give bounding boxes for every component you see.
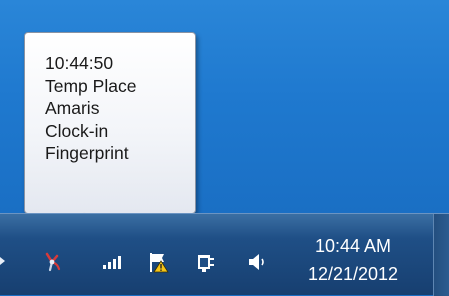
fingerprint-app-icon[interactable] <box>40 250 64 274</box>
show-desktop-button[interactable] <box>433 214 449 296</box>
tooltip-line-place: Temp Place <box>45 75 137 96</box>
tooltip-line-company: Amaris <box>45 98 100 118</box>
tooltip-line-action: Clock-in <box>45 120 109 141</box>
system-clock[interactable]: 10:44 AM 12/21/2012 <box>286 232 420 288</box>
power-plug-icon[interactable] <box>193 250 217 274</box>
tray-tooltip: 10:44:50 Temp Place Amaris Clock-in Fing… <box>24 32 196 214</box>
action-center-flag-icon[interactable] <box>147 250 171 274</box>
tooltip-line-time: 10:44:50 <box>45 53 114 73</box>
network-signal-icon[interactable] <box>100 250 124 274</box>
tooltip-line-method: Fingerprint <box>45 143 129 163</box>
show-hidden-icons-chevron-icon[interactable] <box>0 255 6 267</box>
clock-date: 12/21/2012 <box>307 264 399 284</box>
taskbar: 10:44 AM 12/21/2012 <box>0 213 449 296</box>
clock-time: 10:44 AM <box>314 236 392 256</box>
volume-speaker-icon[interactable] <box>245 250 269 274</box>
